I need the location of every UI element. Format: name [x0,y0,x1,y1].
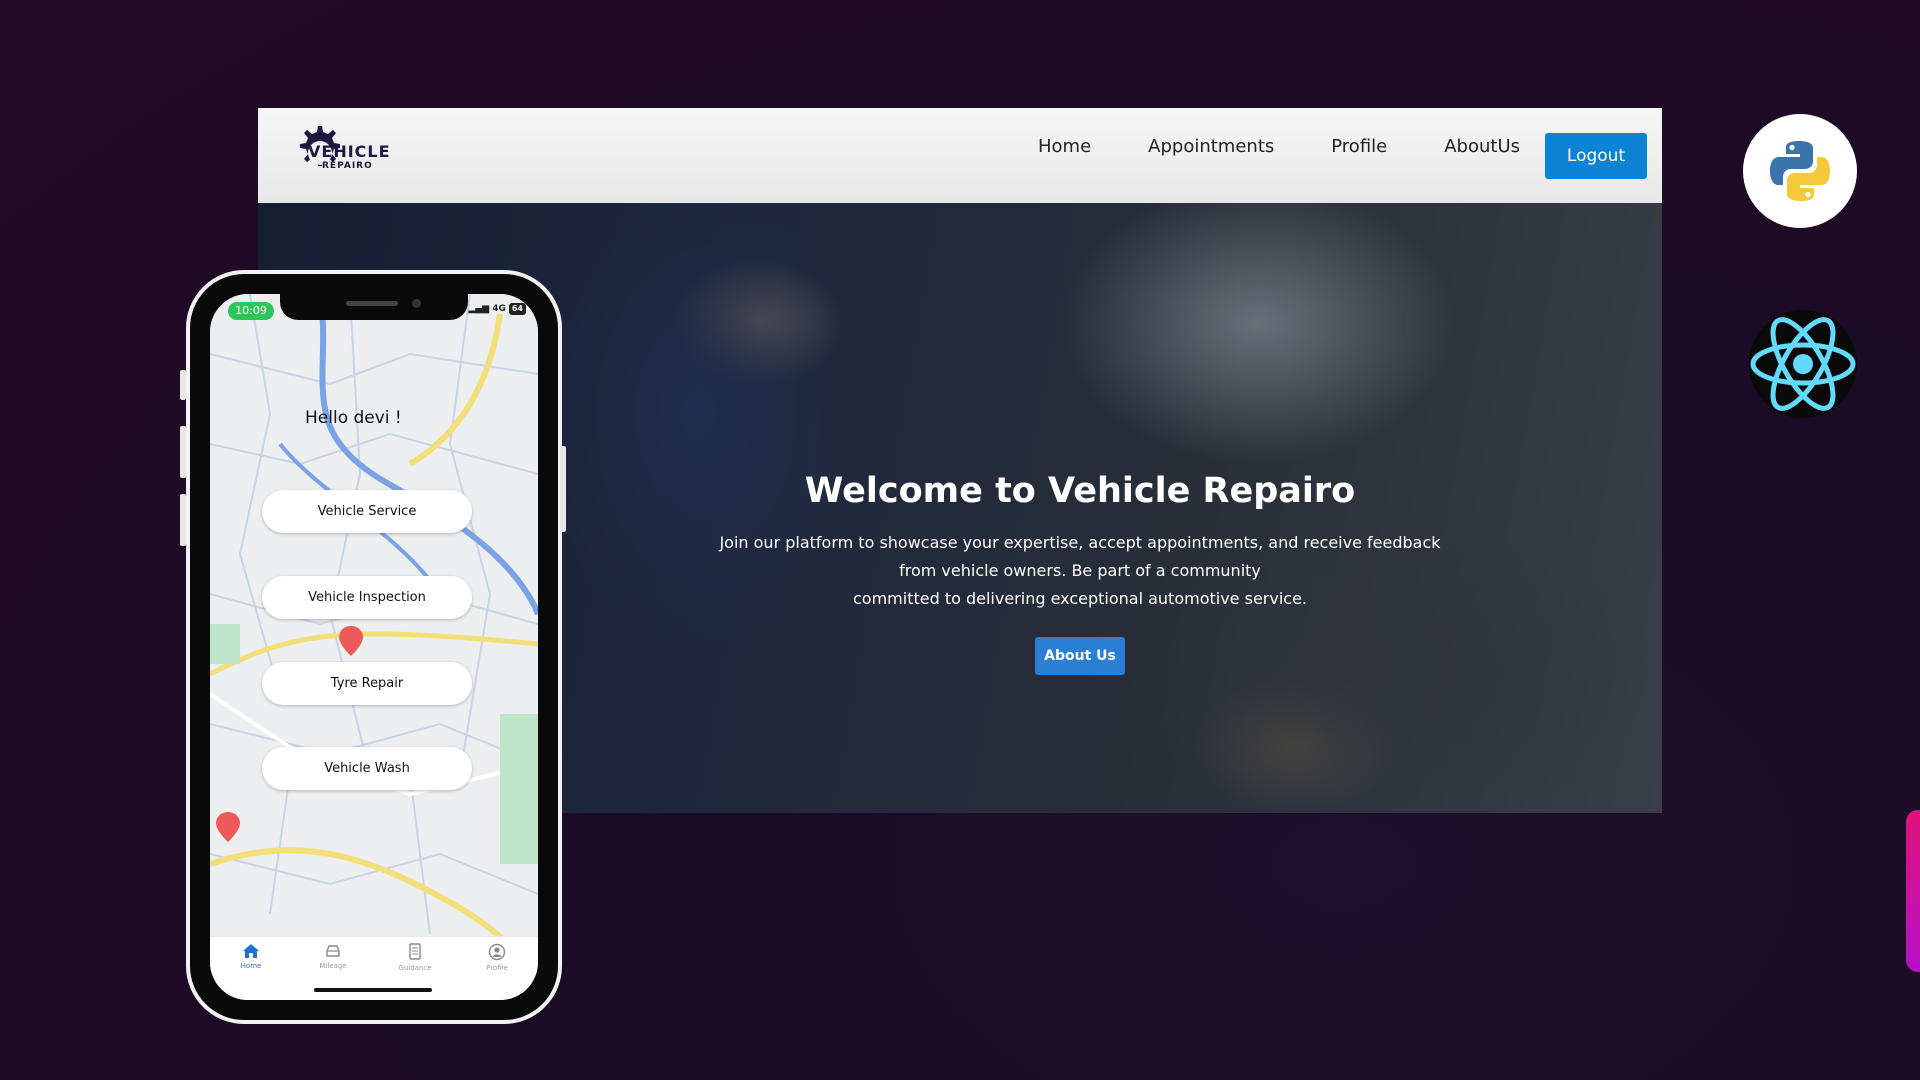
status-time: 10:09 [228,302,274,320]
document-icon [409,943,421,960]
home-icon [243,944,259,958]
greeting-text: Hello devi ! [305,408,402,428]
tab-profile[interactable]: Profile [456,937,538,1000]
tab-label: Guidance [398,964,432,972]
site-logo[interactable]: VEHICLE REPAIRO [286,116,390,186]
nav-appointments[interactable]: Appointments [1148,136,1274,157]
vehicle-inspection-button[interactable]: Vehicle Inspection [262,576,472,619]
tyre-repair-button[interactable]: Tyre Repair [262,662,472,705]
front-camera [412,299,421,308]
tab-label: Profile [486,964,508,972]
logo-text-main: VEHICLE [308,142,391,161]
hero-line-2: from vehicle owners. Be part of a commun… [899,561,1261,580]
nav-links: Home Appointments Profile AboutUs [1038,136,1577,157]
phone-volume-down [180,494,186,546]
speaker-grille [346,301,398,306]
hero-title: Welcome to Vehicle Repairo [804,471,1356,511]
tab-label: Mileage [319,962,347,970]
react-icon [1750,317,1856,411]
vehicle-wash-button[interactable]: Vehicle Wash [262,747,472,790]
hero-line-1: Join our platform to showcase your exper… [719,533,1441,552]
site-navbar: VEHICLE REPAIRO Home Appointments Profil… [258,108,1662,203]
logo-text-sub: REPAIRO [322,161,373,171]
phone-volume-up [180,426,186,478]
nav-profile[interactable]: Profile [1331,136,1387,157]
python-logo [1743,114,1857,228]
signal-icon: ▂▄▆ [468,304,490,314]
python-icon [1770,141,1830,201]
tab-home[interactable]: Home [210,937,292,1000]
react-logo [1749,310,1857,418]
logout-button[interactable]: Logout [1545,133,1647,179]
phone-side-button [180,370,186,400]
user-icon [488,943,506,961]
side-accent-bar [1906,810,1920,972]
car-icon [326,945,340,957]
tab-label: Home [240,962,262,970]
status-indicators: ▂▄▆ 4G 64 [468,303,526,315]
home-indicator [314,988,432,992]
nav-home[interactable]: Home [1038,136,1091,157]
vehicle-service-button[interactable]: Vehicle Service [262,490,472,533]
about-us-button[interactable]: About Us [1035,637,1125,675]
hero-description: Join our platform to showcase your exper… [498,529,1662,613]
network-label: 4G [492,304,506,314]
hero-line-3: committed to delivering exceptional auto… [852,589,1308,608]
phone-notch [280,294,468,320]
nav-aboutus[interactable]: AboutUs [1444,136,1520,157]
battery-icon: 64 [508,303,526,315]
